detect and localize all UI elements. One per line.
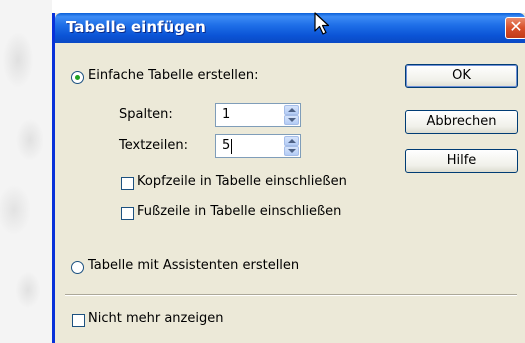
mouse-pointer-icon [314,12,330,35]
separator [65,294,517,296]
insert-table-dialog: Tabelle einfügen ✕ Einfache Tabelle erst… [52,13,525,343]
cancel-button[interactable]: Abbrechen [405,110,518,134]
footer-row-label: Fußzeile in Tabelle einschließen [137,204,342,219]
help-button[interactable]: Hilfe [405,149,518,173]
wizard-label: Tabelle mit Assistenten erstellen [88,258,300,273]
columns-value: 1 [222,107,231,122]
spin-up-arrow-icon[interactable] [284,105,299,115]
footer-row-checkbox[interactable] [121,207,134,220]
columns-spinner[interactable]: 1 [215,103,301,127]
wizard-radio[interactable] [71,261,84,274]
dialog-title: Tabelle einfügen [66,18,206,36]
rows-value: 5 [222,138,231,153]
simple-table-label: Einfache Tabelle erstellen: [88,68,259,83]
rows-spinner[interactable]: 5 [215,134,301,158]
title-bar[interactable]: Tabelle einfügen ✕ [55,13,525,43]
text-caret [231,139,232,154]
rows-label: Textzeilen: [119,138,188,153]
dont-show-label: Nicht mehr anzeigen [88,311,224,326]
desktop-background [0,0,52,343]
columns-label: Spalten: [119,107,173,122]
header-row-checkbox[interactable] [121,177,134,190]
spin-up-arrow-icon[interactable] [284,136,299,146]
spin-down-arrow-icon[interactable] [284,146,299,156]
header-row-label: Kopfzeile in Tabelle einschließen [137,174,347,189]
close-button[interactable]: ✕ [505,17,525,39]
spin-down-arrow-icon[interactable] [284,115,299,125]
dont-show-checkbox[interactable] [72,314,85,327]
simple-table-radio[interactable] [71,71,84,84]
close-icon: ✕ [509,17,523,36]
ok-button[interactable]: OK [405,64,518,88]
